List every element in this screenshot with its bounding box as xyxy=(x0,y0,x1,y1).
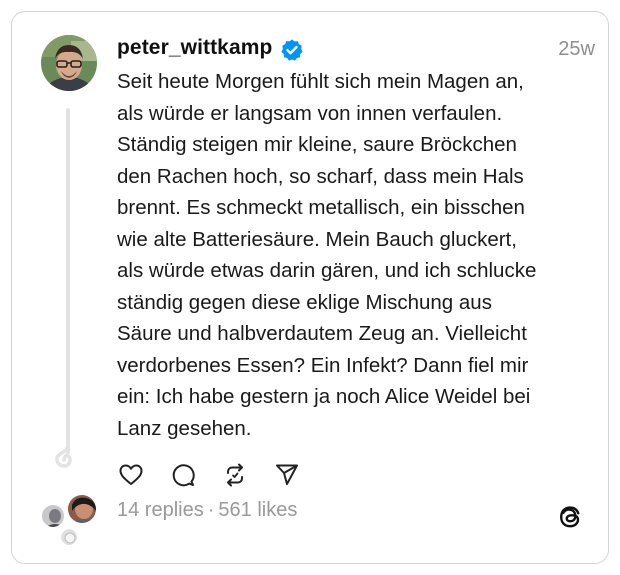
post-actions xyxy=(113,459,321,491)
reply-avatar xyxy=(40,503,66,529)
share-button[interactable] xyxy=(269,459,305,491)
likes-count[interactable]: 561 likes xyxy=(218,499,297,521)
replies-count[interactable]: 14 replies xyxy=(117,499,204,521)
post-stats: 14 replies · 561 likes xyxy=(117,499,297,522)
heart-icon xyxy=(119,464,143,485)
stats-separator: · xyxy=(207,499,215,521)
thread-line xyxy=(66,108,70,454)
reply-avatar xyxy=(66,493,98,525)
reply-avatar xyxy=(60,528,78,546)
username[interactable]: peter_wittkamp xyxy=(117,36,272,60)
post-timestamp: 25w xyxy=(558,38,595,60)
thread-curl-icon xyxy=(55,442,72,468)
comment-icon xyxy=(172,464,195,487)
send-icon xyxy=(276,464,298,485)
like-button[interactable] xyxy=(113,459,149,491)
verified-badge-icon xyxy=(281,39,303,61)
repost-button[interactable] xyxy=(217,459,253,491)
reply-button[interactable] xyxy=(165,459,201,491)
post-text: Seit heute Morgen fühlt sich mein Magen … xyxy=(117,70,537,440)
repost-icon xyxy=(227,463,243,487)
threads-logo-icon[interactable] xyxy=(556,503,584,531)
avatar[interactable] xyxy=(41,35,97,91)
